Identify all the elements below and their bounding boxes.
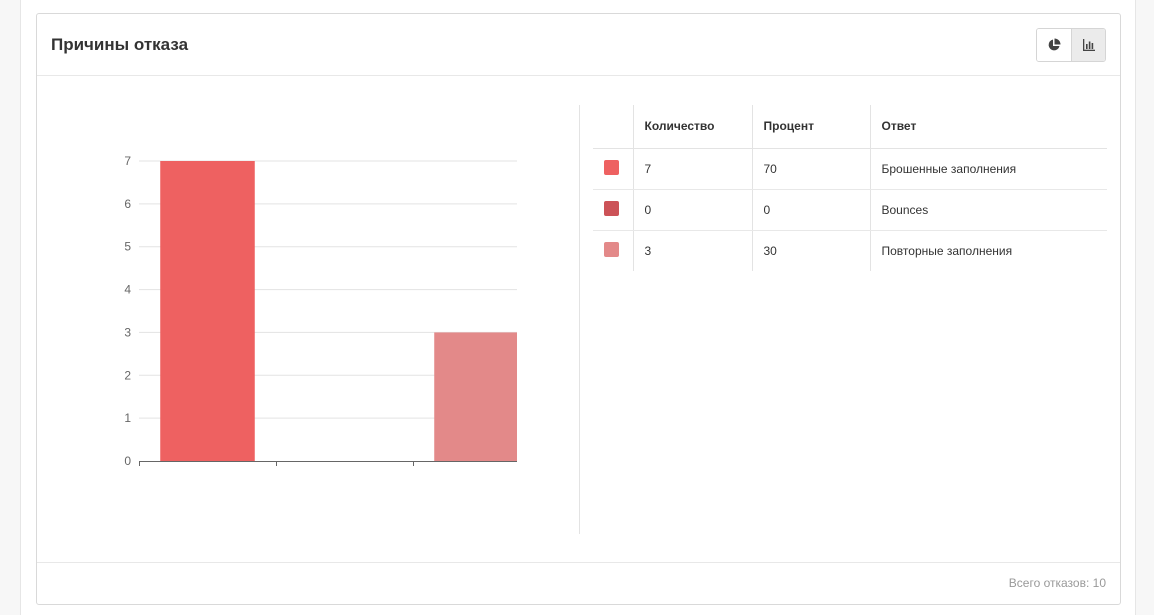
panel-body: 0 1 2 3 4 5 6 7 Количество Процент Ответ 7 70 Б… xyxy=(37,77,1120,562)
pie-chart-button[interactable] xyxy=(1037,29,1071,61)
y-tick-label: 4 xyxy=(124,283,131,297)
bar-chart-icon xyxy=(1082,39,1095,51)
row-percent: 70 xyxy=(751,148,870,190)
color-swatch xyxy=(604,200,619,216)
row-answer: Брошенные заполнения xyxy=(869,148,1107,190)
row-answer: Повторные заполнения xyxy=(869,230,1107,271)
rejection-reasons-panel: Причины отказа 0 1 2 3 4 5 6 7 Количество Проце… xyxy=(36,13,1121,605)
row-count: 7 xyxy=(632,148,752,190)
row-swatch-cell xyxy=(593,148,633,190)
row-swatch-cell xyxy=(593,189,633,231)
row-answer: Bounces xyxy=(869,189,1107,231)
total-rejections: Всего отказов: 10 xyxy=(1008,576,1106,590)
table-row: 0 0 Bounces xyxy=(593,189,1107,231)
y-tick-label: 3 xyxy=(124,325,131,339)
y-tick-label: 6 xyxy=(124,197,131,211)
pie-chart-icon xyxy=(1048,38,1061,51)
header-answer: Ответ xyxy=(869,105,1107,149)
panel-header: Причины отказа xyxy=(37,14,1120,76)
legend-table: Количество Процент Ответ 7 70 Брошенные … xyxy=(593,105,1107,271)
row-percent: 0 xyxy=(751,189,870,231)
bar-chart-button[interactable] xyxy=(1071,29,1105,61)
panel-footer: Всего отказов: 10 xyxy=(37,562,1120,604)
color-swatch xyxy=(604,241,619,257)
chart-table-divider xyxy=(579,105,580,534)
bar xyxy=(434,332,529,461)
table-row: 3 30 Повторные заполнения xyxy=(593,230,1107,271)
panel-title: Причины отказа xyxy=(51,35,189,54)
y-tick-label: 2 xyxy=(124,368,131,382)
bar-chart: 0 1 2 3 4 5 6 7 xyxy=(57,137,551,497)
row-swatch-cell xyxy=(593,230,633,271)
y-tick-label: 5 xyxy=(124,240,131,254)
row-count: 3 xyxy=(632,230,752,271)
header-count: Количество xyxy=(632,105,752,149)
row-count: 0 xyxy=(632,189,752,231)
row-percent: 30 xyxy=(751,230,870,271)
chart-type-toggle xyxy=(1036,28,1106,62)
table-row: 7 70 Брошенные заполнения xyxy=(593,148,1107,190)
y-tick-label: 1 xyxy=(124,411,131,425)
y-tick-label: 7 xyxy=(124,154,131,168)
color-swatch xyxy=(604,159,619,175)
bar-chart-svg: 0 1 2 3 4 5 6 7 xyxy=(124,154,551,468)
header-percent: Процент xyxy=(751,105,870,149)
header-color xyxy=(593,105,633,149)
y-tick-label: 0 xyxy=(124,454,131,468)
bar xyxy=(160,161,255,461)
table-header-row: Количество Процент Ответ xyxy=(593,105,1107,149)
